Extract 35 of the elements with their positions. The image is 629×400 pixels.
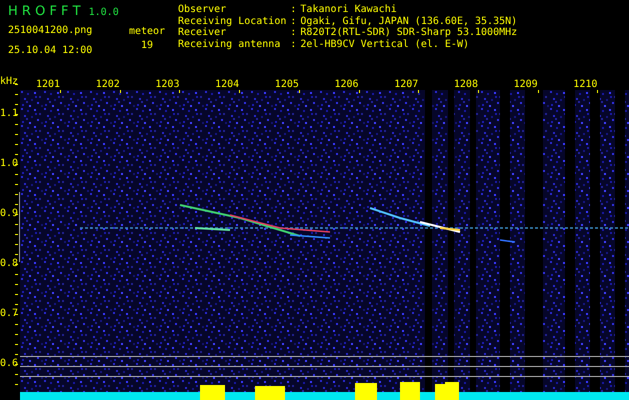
x-axis-label: 1210 — [573, 79, 598, 90]
app-name: H R O F F T — [8, 4, 81, 19]
station-label: Receiver — [178, 27, 228, 38]
x-axis-label: 1207 — [394, 79, 418, 90]
station-label: Receiving Location — [178, 16, 286, 27]
separator: : — [290, 27, 296, 38]
station-label: Receiving antenna — [178, 38, 282, 50]
station-value: 2el-HB9CV Vertical (el. E-W) — [300, 38, 470, 50]
station-label: Observer — [178, 4, 228, 16]
y-axis-label: 1.1 — [0, 108, 18, 120]
axis-unit: kHz — [0, 76, 18, 88]
y-axis-label: 0.6 — [0, 358, 18, 370]
y-axis-label: 0.9 — [0, 208, 18, 220]
separator: : — [290, 16, 296, 27]
x-axis-label: 1203 — [155, 79, 180, 90]
x-axis-label: 1202 — [96, 79, 120, 90]
x-axis-label: 1205 — [274, 79, 299, 90]
x-axis-label: 1204 — [215, 79, 240, 90]
y-axis-label: 1.0 — [0, 158, 18, 170]
separator: : — [290, 38, 296, 50]
separator: : — [290, 4, 296, 16]
station-value: Takanori Kawachi — [300, 4, 398, 16]
app-version: 1.0.0 — [88, 7, 119, 18]
y-axis-label: 0.7 — [0, 308, 18, 320]
file-name: 2510041200.png — [8, 24, 94, 38]
timestamp: 25.10.04 12:00 — [8, 44, 94, 58]
x-axis-label: 1209 — [514, 79, 538, 90]
meteor-label: meteor — [128, 26, 166, 38]
station-value: R820T2(RTL-SDR) SDR-Sharp 53.1000MHz — [300, 27, 518, 38]
meteor-count: 19 — [140, 40, 154, 51]
station-value: Ogaki, Gifu, JAPAN (136.60E, 35.35N) — [300, 16, 518, 26]
x-axis-label: 1206 — [334, 79, 358, 90]
y-axis-label: 0.8 — [0, 258, 18, 270]
x-axis-label: 1201 — [36, 79, 60, 90]
x-axis-label: 1208 — [454, 79, 478, 90]
